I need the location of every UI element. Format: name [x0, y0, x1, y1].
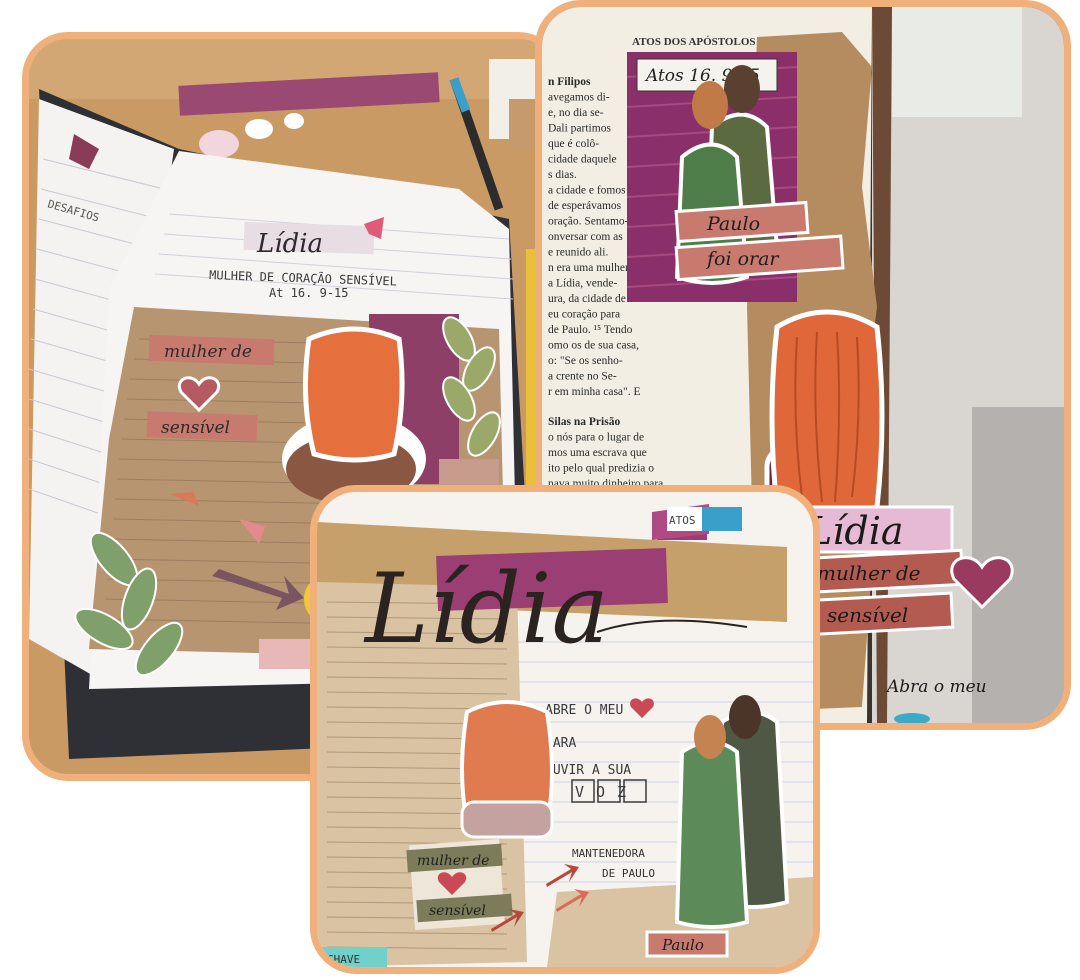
bible-text-line: Silas na Prisão [548, 416, 620, 428]
bible-text-line: o: "Se os senho- [548, 355, 623, 367]
page-reference: At 16. 9-15 [269, 286, 348, 300]
prayed-label: foi orar [705, 248, 780, 270]
paul-label: Paulo [706, 213, 760, 235]
bible-text-line: n era uma mulher [548, 262, 629, 274]
bible-text-line: r em minha casa". E [548, 386, 641, 398]
prayer-line-3: OUVIR A SUA [545, 763, 631, 778]
bible-text-line: eu coração para [548, 309, 620, 321]
bible-text-line: a cidade e fomos [548, 185, 626, 197]
collage-page-photo: ATOS Lídia ABRE O MEU PARA OUVIR A SUA V… [317, 492, 813, 967]
bible-page-header: ATOS DOS APÓSTOLOS 16 [632, 36, 770, 48]
atos-tab: ATOS [669, 514, 696, 527]
corner-label: CHAVE [327, 953, 360, 966]
bible-text-line: Dali partimos [548, 123, 611, 135]
sticker-top: mulher de [164, 342, 252, 362]
page-title: Lídia [256, 229, 323, 259]
bible-text-line: de esperávamos [548, 200, 622, 212]
bible-text-line: oração. Sentamo- [548, 216, 629, 228]
sticker-bottom: sensível [429, 903, 486, 919]
lydia-subtitle-top: mulher de [817, 561, 921, 585]
prayer-word: VOZ [575, 783, 638, 801]
bible-text-line: n Filipos [548, 76, 591, 88]
bible-text-line: de Paulo. ¹⁵ Tendo [548, 324, 633, 336]
big-title: Lídia [363, 553, 609, 665]
prayer-line-1: ABRE O MEU [545, 703, 623, 718]
bible-text-line: onversar com as [548, 231, 623, 243]
note-line-1: MANTENEDORA [572, 847, 645, 860]
bible-text-line: avegamos di- [548, 92, 610, 104]
bible-text-line: a crente no Se- [548, 371, 617, 383]
bible-text-line: ito pelo qual predizia o [548, 463, 654, 475]
note-line-2: DE PAULO [602, 867, 655, 880]
bible-text-line: a Lídia, vende- [548, 278, 617, 290]
bible-text-line: omo os de sua casa, [548, 340, 639, 352]
bible-text-line: s dias. [548, 169, 577, 181]
bible-text-line: e reunido ali. [548, 247, 608, 259]
sticker-bottom: sensível [161, 418, 230, 438]
bible-text-line: e, no dia se- [548, 107, 604, 119]
lydia-title: Lídia [806, 509, 904, 553]
bible-text-line: o nós para o lugar de [548, 432, 644, 444]
lydia-subtitle-bottom: sensível [827, 603, 908, 627]
photo-bottom: ATOS Lídia ABRE O MEU PARA OUVIR A SUA V… [310, 485, 820, 974]
sticker-top: mulher de [417, 853, 489, 869]
paul-label: Paulo [661, 936, 704, 954]
bible-text-line: cidade daquele [548, 154, 617, 166]
bible-text-line: ura, da cidade de [548, 293, 626, 305]
bible-text-line: mos uma escrava que [548, 447, 647, 459]
bible-text-line: que é colô- [548, 138, 599, 150]
bottom-note: Abra o meu [885, 677, 987, 697]
